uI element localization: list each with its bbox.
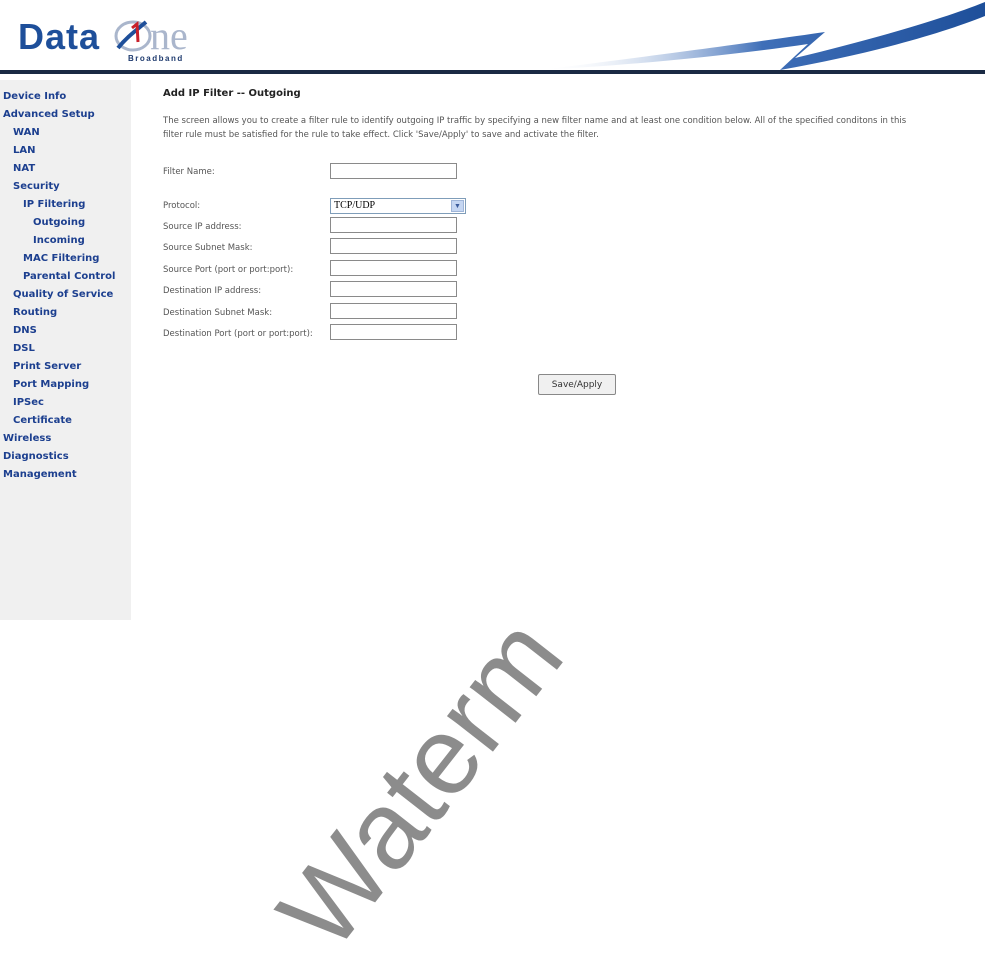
- sidebar-item-dns[interactable]: DNS: [13, 325, 37, 336]
- page-title: Add IP Filter -- Outgoing: [163, 88, 301, 99]
- chevron-down-icon[interactable]: ▼: [451, 200, 464, 212]
- sidebar-item-print-server[interactable]: Print Server: [13, 361, 81, 372]
- sidebar-item-ip-filtering[interactable]: IP Filtering: [23, 199, 85, 210]
- dest-mask-input[interactable]: [330, 303, 457, 319]
- header-swoosh-graphic: [540, 2, 985, 70]
- sidebar-item-incoming[interactable]: Incoming: [33, 235, 85, 246]
- sidebar-item-wan[interactable]: WAN: [13, 127, 40, 138]
- dest-port-input[interactable]: [330, 324, 457, 340]
- sidebar-item-advanced-setup[interactable]: Advanced Setup: [3, 109, 95, 120]
- dest-port-label: Destination Port (port or port:port):: [163, 329, 313, 339]
- watermark: Waterm: [254, 595, 587, 972]
- brand-name-part1: Data: [18, 16, 101, 57]
- sidebar-item-port-mapping[interactable]: Port Mapping: [13, 379, 89, 390]
- save-apply-button[interactable]: Save/Apply: [538, 374, 616, 395]
- brand-name-part2: ne: [150, 13, 188, 58]
- filter-name-label: Filter Name:: [163, 167, 215, 177]
- protocol-label: Protocol:: [163, 201, 201, 211]
- source-mask-label: Source Subnet Mask:: [163, 243, 253, 253]
- dest-mask-label: Destination Subnet Mask:: [163, 308, 273, 318]
- brand-tagline: Broadband: [128, 54, 184, 63]
- sidebar-item-mac-filtering[interactable]: MAC Filtering: [23, 253, 99, 264]
- sidebar-item-diagnostics[interactable]: Diagnostics: [3, 451, 69, 462]
- filter-name-input[interactable]: [330, 163, 457, 179]
- sidebar-item-management[interactable]: Management: [3, 469, 77, 480]
- sidebar-item-wireless[interactable]: Wireless: [3, 433, 51, 444]
- sidebar-item-outgoing[interactable]: Outgoing: [33, 217, 85, 228]
- source-ip-input[interactable]: [330, 217, 457, 233]
- sidebar-item-dsl[interactable]: DSL: [13, 343, 35, 354]
- sidebar-item-quality-of-service[interactable]: Quality of Service: [13, 289, 113, 300]
- sidebar-item-security[interactable]: Security: [13, 181, 60, 192]
- page-description-line1: The screen allows you to create a filter…: [163, 116, 907, 126]
- page-description-line2: filter rule must be satisfied for the ru…: [163, 130, 599, 140]
- sidebar-item-certificate[interactable]: Certificate: [13, 415, 72, 426]
- source-mask-input[interactable]: [330, 238, 457, 254]
- dest-ip-input[interactable]: [330, 281, 457, 297]
- source-port-input[interactable]: [330, 260, 457, 276]
- protocol-select-value: TCP/UDP: [334, 200, 376, 211]
- sidebar-nav: Device Info Advanced Setup WAN LAN NAT S…: [0, 80, 131, 620]
- sidebar-item-parental-control[interactable]: Parental Control: [23, 271, 115, 282]
- brand-o-swoosh-icon: [114, 20, 152, 52]
- source-port-label: Source Port (port or port:port):: [163, 265, 294, 275]
- dest-ip-label: Destination IP address:: [163, 286, 262, 296]
- source-ip-label: Source IP address:: [163, 222, 242, 232]
- header: Data ne Broadband: [0, 0, 985, 74]
- sidebar-item-device-info[interactable]: Device Info: [3, 91, 66, 102]
- sidebar-item-ipsec[interactable]: IPSec: [13, 397, 44, 408]
- protocol-select[interactable]: TCP/UDP ▼: [330, 198, 466, 214]
- sidebar-item-lan[interactable]: LAN: [13, 145, 35, 156]
- sidebar-item-nat[interactable]: NAT: [13, 163, 35, 174]
- header-divider: [0, 70, 985, 74]
- sidebar-item-routing[interactable]: Routing: [13, 307, 57, 318]
